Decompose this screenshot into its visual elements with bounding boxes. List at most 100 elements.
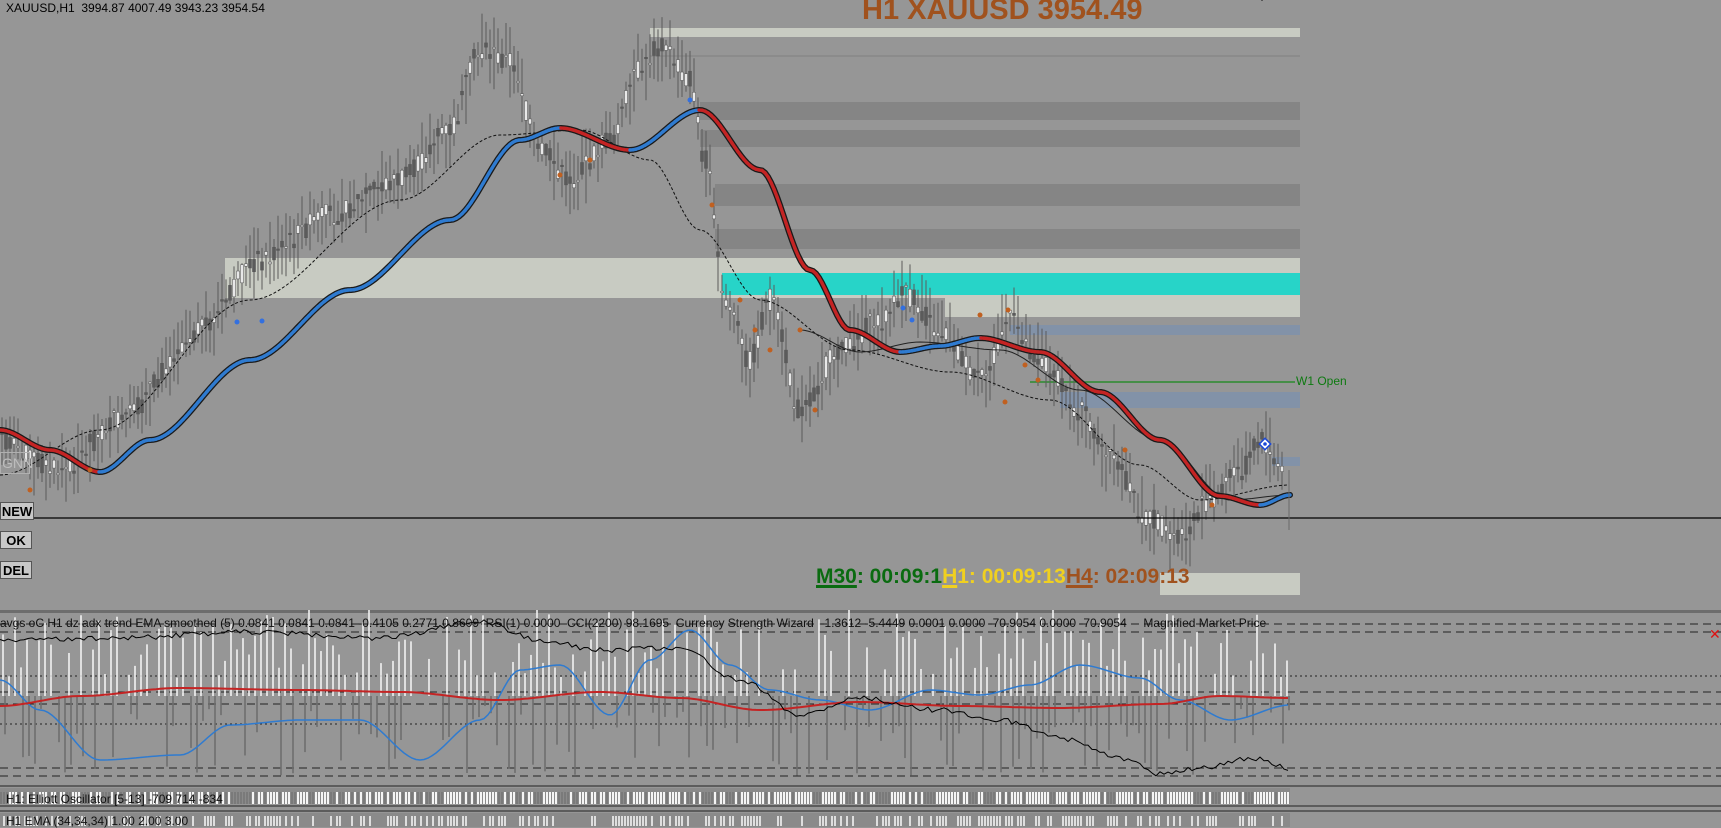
ema-bar [1221, 816, 1223, 826]
ema-bar [705, 816, 707, 826]
candle-body [885, 310, 888, 322]
ema-bar [381, 816, 383, 826]
candle-body [437, 128, 440, 136]
ema-bar [663, 816, 665, 826]
ema-bar [282, 816, 284, 826]
ema-bar [1224, 816, 1226, 826]
candle-body [229, 285, 232, 300]
ema-bar [711, 816, 713, 826]
ema-bar [1263, 816, 1265, 826]
price-chart[interactable] [0, 0, 1721, 610]
candle-body [753, 344, 756, 362]
ema-bar [924, 816, 926, 826]
osc-bar [1164, 792, 1166, 804]
osc-bar [345, 792, 347, 804]
candle-body [185, 343, 188, 345]
osc-bar [1113, 792, 1115, 804]
ok-button[interactable]: OK [0, 531, 32, 549]
ema-bar [201, 816, 203, 826]
osc-bar [1197, 792, 1199, 804]
ema-bar [216, 816, 218, 826]
candle-body [169, 357, 172, 367]
osc-bar [702, 792, 704, 804]
ema-bar [504, 816, 506, 826]
candle-body [637, 61, 640, 78]
ema-bar [1035, 816, 1037, 826]
ema-bar [1170, 816, 1172, 826]
candle-body [177, 350, 180, 354]
osc-bar [963, 792, 965, 804]
ema-bar [327, 816, 329, 826]
osc-bar [567, 792, 569, 804]
osc-bar [750, 792, 752, 804]
ema-bar [252, 816, 254, 826]
ema-bar [849, 816, 851, 826]
indicator-info-line: avgs oC H1 dz adx trend EMA smoothed (5)… [0, 616, 1266, 630]
osc-bar [483, 792, 485, 804]
ema-bar [237, 816, 239, 826]
osc-bar [1005, 792, 1007, 804]
ema-bar [792, 816, 794, 826]
candle-body [413, 160, 416, 177]
new-button[interactable]: NEW [0, 502, 34, 520]
ema-bar [732, 816, 734, 826]
osc-bar [1023, 792, 1025, 804]
timer-m30-value: : 00:09:1 [857, 565, 942, 589]
osc-bar [837, 792, 839, 804]
ema-bar [519, 816, 521, 826]
candle-body [789, 373, 792, 386]
osc-bar [1167, 792, 1169, 804]
osc-bar [552, 792, 554, 804]
osc-bar [900, 792, 902, 804]
ema-bar [951, 816, 953, 826]
osc-bar [276, 792, 278, 804]
ema-bar [1041, 816, 1043, 826]
candle-body [405, 167, 408, 177]
osc-bar [972, 792, 974, 804]
ema-bar [279, 816, 281, 826]
ema-bar [399, 816, 401, 826]
osc-bar [1083, 792, 1085, 804]
ema-bar [411, 816, 413, 826]
ema-bar [1257, 816, 1259, 826]
osc-bar [1011, 792, 1013, 804]
osc-bar [468, 792, 470, 804]
candle-body [385, 178, 388, 190]
osc-bar [273, 792, 275, 804]
osc-bar [813, 792, 815, 804]
del-button[interactable]: DEL [0, 561, 32, 579]
candle-body [345, 201, 348, 213]
ema-bar [831, 816, 833, 826]
osc-bar [264, 792, 266, 804]
osc-bar [861, 792, 863, 804]
candle-body [369, 186, 372, 190]
indicator-black-line [0, 620, 1288, 776]
osc-bar [1053, 792, 1055, 804]
osc-bar [765, 792, 767, 804]
osc-bar [1059, 792, 1061, 804]
ema-bar [609, 816, 611, 826]
candle-body [833, 357, 836, 360]
osc-bar [714, 792, 716, 804]
osc-bar [1128, 792, 1130, 804]
ema-bar [708, 816, 710, 826]
ema-bar [867, 816, 869, 826]
candle-body [1229, 469, 1232, 477]
ema-bar [1248, 816, 1250, 826]
candle-body [1257, 442, 1260, 447]
candle-body [145, 393, 148, 395]
ema-bar [723, 816, 725, 826]
osc-bar [438, 792, 440, 804]
ema-bar [459, 816, 461, 826]
ema-bar [894, 816, 896, 826]
candle-body [417, 156, 420, 171]
ema-bar [912, 816, 914, 826]
close-indicator-icon[interactable]: ✕ [1709, 626, 1721, 643]
indicator-panel[interactable] [0, 610, 1721, 827]
candle-body [797, 400, 800, 418]
candle-body [1205, 499, 1208, 511]
ema-bar [927, 816, 929, 826]
osc-bar [354, 792, 356, 804]
osc-bar [549, 792, 551, 804]
ema-bar [1038, 816, 1040, 826]
